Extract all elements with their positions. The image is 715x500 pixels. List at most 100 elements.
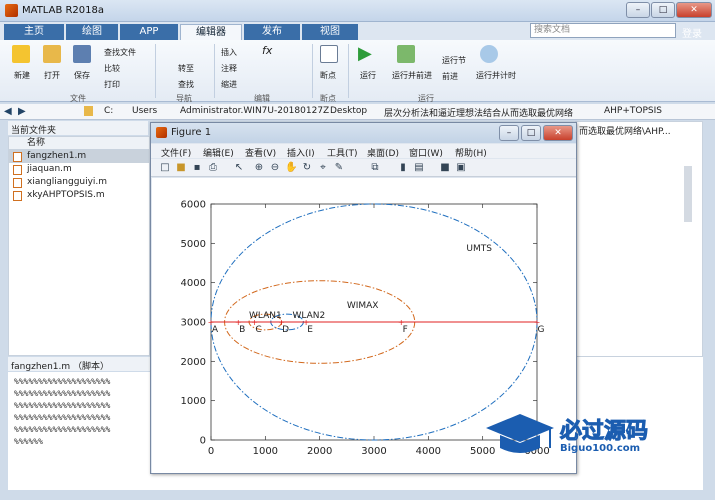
file-list: 名称 fangzhen1.m jiaquan.m xiangliangguiyi… [8, 136, 150, 356]
run-advance-icon [397, 45, 415, 63]
file-name: jiaquan.m [27, 164, 72, 174]
find-button[interactable]: 查找 [178, 79, 194, 90]
maximize-button[interactable]: □ [651, 2, 675, 18]
advance-button[interactable]: 前进 [442, 71, 458, 82]
tab-plots[interactable]: 绘图 [66, 24, 118, 40]
x-tick-label: 2000 [307, 446, 332, 457]
figure-minimize-button[interactable]: – [499, 125, 519, 141]
x-tick-label: 3000 [361, 446, 386, 457]
current-folder-header: 当前文件夹 [8, 121, 148, 136]
point-label: C [255, 325, 261, 335]
print-figure-icon[interactable]: ⎙ [207, 162, 219, 174]
print-button[interactable]: 打印 [104, 79, 120, 90]
dock-icon[interactable]: ▣ [455, 162, 467, 174]
y-tick-label: 6000 [181, 200, 206, 211]
zoom-in-icon[interactable]: ⊕ [253, 162, 265, 174]
legend-icon[interactable]: ▤ [413, 162, 425, 174]
close-button[interactable]: ✕ [676, 2, 712, 18]
tab-home[interactable]: 主页 [4, 24, 64, 40]
menu-view[interactable]: 查看(V) [245, 146, 276, 159]
run-button[interactable]: 运行 [360, 70, 376, 81]
tab-editor[interactable]: 编辑器 [180, 24, 242, 40]
tab-view[interactable]: 视图 [302, 24, 358, 40]
find-files-button[interactable]: 查找文件 [104, 47, 136, 58]
open-file-icon[interactable]: ■ [175, 162, 187, 174]
watermark-url: Biguo100.com [560, 443, 641, 454]
x-tick-label: 1000 [253, 446, 278, 457]
compare-button[interactable]: 比较 [104, 63, 120, 74]
search-input[interactable]: 搜索文档 [530, 23, 676, 38]
rotate-icon[interactable]: ↻ [301, 162, 313, 174]
point-label: G [538, 325, 545, 335]
login-link[interactable]: 登录 [682, 25, 702, 40]
new-button[interactable]: 新建 [14, 70, 30, 81]
new-figure-icon[interactable]: □ [159, 162, 171, 174]
brush-icon[interactable]: ✎ [333, 162, 345, 174]
indent-button[interactable]: 缩进 [221, 79, 237, 90]
menu-file[interactable]: 文件(F) [161, 146, 191, 159]
path-segment[interactable]: Users [132, 106, 157, 116]
path-segment[interactable]: Desktop [330, 106, 367, 116]
file-list-header[interactable]: 名称 [9, 137, 149, 150]
y-tick-label: 0 [200, 436, 206, 447]
list-item[interactable]: xiangliangguiyi.m [9, 176, 149, 189]
figure-toolbar: □ ■ ▪ ⎙ ↖ ⊕ ⊖ ✋ ↻ ⌖ ✎ ⧉ ▮ ▤ ■ ▣ [151, 159, 576, 177]
list-item[interactable]: xkyAHPTOPSIS.m [9, 189, 149, 202]
point-label: E [307, 325, 313, 335]
list-item[interactable]: jiaquan.m [9, 163, 149, 176]
folder-icon [84, 106, 93, 116]
pan-icon[interactable]: ✋ [285, 162, 297, 174]
breakpoints-icon [320, 45, 338, 63]
tab-apps[interactable]: APP [120, 24, 178, 40]
path-segment[interactable]: 层次分析法和逼近理想法结合从而选取最优网络 [384, 106, 573, 119]
run-advance-button[interactable]: 运行并前进 [392, 70, 432, 81]
minimize-button[interactable]: – [626, 2, 650, 18]
menu-insert[interactable]: 插入(I) [287, 146, 315, 159]
forward-icon[interactable]: ▶ [18, 106, 26, 117]
path-segment[interactable]: C: [104, 106, 113, 116]
zoom-out-icon[interactable]: ⊖ [269, 162, 281, 174]
menu-tools[interactable]: 工具(T) [327, 146, 358, 159]
run-time-button[interactable]: 运行并计时 [476, 70, 516, 81]
colorbar-icon[interactable]: ▮ [397, 162, 409, 174]
current-folder-title: 当前文件夹 [11, 126, 57, 136]
code-line: %%%%%%%%%%%%%%%%%%%% [14, 401, 111, 410]
select-arrow-icon[interactable]: ↖ [233, 162, 245, 174]
menu-desktop[interactable]: 桌面(D) [367, 146, 399, 159]
tab-publish[interactable]: 发布 [244, 24, 300, 40]
link-plot-icon[interactable]: ⧉ [369, 162, 381, 174]
path-segment[interactable]: AHP+TOPSIS [604, 106, 662, 116]
run-section-button[interactable]: 运行节 [442, 55, 466, 66]
menu-help[interactable]: 帮助(H) [455, 146, 487, 159]
data-cursor-icon[interactable]: ⌖ [317, 162, 329, 174]
insert-button[interactable]: 插入 [221, 47, 237, 58]
y-tick-label: 2000 [181, 357, 206, 368]
path-segment[interactable]: Administrator.WIN7U-20180127Z [180, 106, 329, 116]
save-button[interactable]: 保存 [74, 70, 90, 81]
m-file-icon [13, 191, 22, 201]
run-time-icon [480, 45, 498, 63]
scrollbar[interactable] [684, 166, 692, 222]
annotation-label: WIMAX [347, 301, 379, 311]
figure-close-button[interactable]: ✕ [543, 125, 573, 141]
list-item[interactable]: fangzhen1.m [9, 150, 149, 163]
save-figure-icon[interactable]: ▪ [191, 162, 203, 174]
y-tick-label: 3000 [181, 318, 206, 329]
figure-logo-icon [156, 127, 167, 138]
file-name: xkyAHPTOPSIS.m [27, 190, 105, 200]
code-line: %%%%%%%%%%%%%%%%%%%% [14, 377, 111, 386]
figure-maximize-button[interactable]: □ [521, 125, 541, 141]
open-button[interactable]: 打开 [44, 70, 60, 81]
address-bar[interactable]: ◀ ▶ C: Users Administrator.WIN7U-2018012… [0, 104, 715, 120]
watermark-text: 必过源码 [559, 419, 649, 445]
menu-edit[interactable]: 编辑(E) [203, 146, 234, 159]
editor-pane[interactable]: 而选取最优网络\AHP... [575, 121, 703, 357]
goto-button[interactable]: 转至 [178, 63, 194, 74]
fx-icon[interactable]: fx [262, 44, 272, 57]
hide-tools-icon[interactable]: ■ [439, 162, 451, 174]
menu-window[interactable]: 窗口(W) [409, 146, 443, 159]
code-line: %%%%%% [14, 437, 43, 446]
breakpoints-button[interactable]: 断点 [320, 70, 336, 81]
back-icon[interactable]: ◀ [4, 106, 12, 117]
comment-button[interactable]: 注释 [221, 63, 237, 74]
